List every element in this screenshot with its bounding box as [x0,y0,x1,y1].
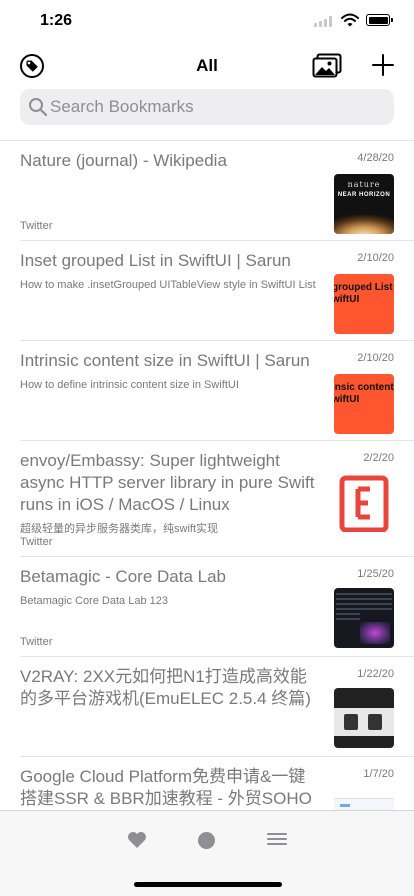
bookmark-description: How to make .insetGrouped UITableView st… [20,279,316,291]
bookmark-row[interactable]: envoy/Embassy: Super lightweight async H… [20,441,414,557]
magnifying-glass-icon [29,98,48,117]
battery-icon [366,14,393,26]
hamburger-menu-icon[interactable] [267,833,287,846]
navigation-bar: All [0,44,414,88]
search-bar [20,89,394,125]
bookmark-title: envoy/Embassy: Super lightweight async H… [20,451,315,514]
bookmark-row[interactable]: Intrinsic content size in SwiftUI | Saru… [20,341,414,441]
page-title: All [196,56,218,75]
bookmark-thumbnail: grouped List in wiftUI [334,274,394,334]
bookmark-date: 1/25/20 [357,568,394,580]
bookmark-description: Betamagic Core Data Lab 123 [20,595,168,607]
photo-gallery-icon[interactable] [312,53,342,79]
bookmark-thumbnail [334,472,394,532]
status-bar: 1:26 [0,0,414,44]
bookmark-title: Inset grouped List in SwiftUI | Sarun [20,251,291,270]
bookmark-row[interactable]: Google Cloud Platform免费申请&一键搭建SSR & BBR加… [20,757,414,811]
plus-icon[interactable] [372,54,394,76]
wifi-icon [341,13,359,27]
cellular-signal-icon [314,16,332,27]
home-indicator [134,882,282,887]
bookmark-thumbnail [334,588,394,648]
bookmark-source: Twitter [20,220,53,232]
search-input[interactable] [50,89,380,125]
bookmark-thumbnail [334,688,394,748]
bookmark-thumbnail [334,788,394,811]
bookmark-description: 超级轻量的异步服务器类库，纯swift实现 [20,523,218,535]
bookmark-title: Betamagic - Core Data Lab [20,567,226,586]
bookmark-title: Intrinsic content size in SwiftUI | Saru… [20,351,310,370]
bookmark-row[interactable]: Nature (journal) - Wikipedia Twitter 4/2… [20,141,414,241]
bookmark-title: V2RAY: 2XX元如何把N1打造成高效能的多平台游戏机(EmuELEC 2.… [20,667,311,708]
bookmark-date: 4/28/20 [357,152,394,164]
bookmark-thumbnail: insic content siz wiftUI [334,374,394,434]
bookmark-description: How to define intrinsic content size in … [20,379,239,391]
status-time: 1:26 [40,12,73,29]
bookmark-date: 2/2/20 [363,452,394,464]
bookmark-title: Google Cloud Platform免费申请&一键搭建SSR & BBR加… [20,767,312,808]
bookmark-source: Twitter [20,536,53,548]
bookmark-date: 2/10/20 [357,252,394,264]
bookmark-date: 2/10/20 [357,352,394,364]
bookmark-thumbnail: nature NEAR HORIZON [334,174,394,234]
bookmark-title: Nature (journal) - Wikipedia [20,151,227,170]
bookmark-list: Nature (journal) - Wikipedia Twitter 4/2… [0,140,414,811]
bookmark-date: 1/7/20 [363,768,394,780]
bookmark-row[interactable]: Betamagic - Core Data Lab Betamagic Core… [20,557,414,657]
circle-icon[interactable] [198,832,215,849]
bookmark-date: 1/22/20 [357,668,394,680]
bookmark-row[interactable]: V2RAY: 2XX元如何把N1打造成高效能的多平台游戏机(EmuELEC 2.… [20,657,414,757]
bookmark-row[interactable]: Inset grouped List in SwiftUI | Sarun Ho… [20,241,414,341]
bookmark-source: Twitter [20,636,53,648]
heart-icon[interactable] [127,831,147,849]
embassy-logo-icon [339,475,389,532]
